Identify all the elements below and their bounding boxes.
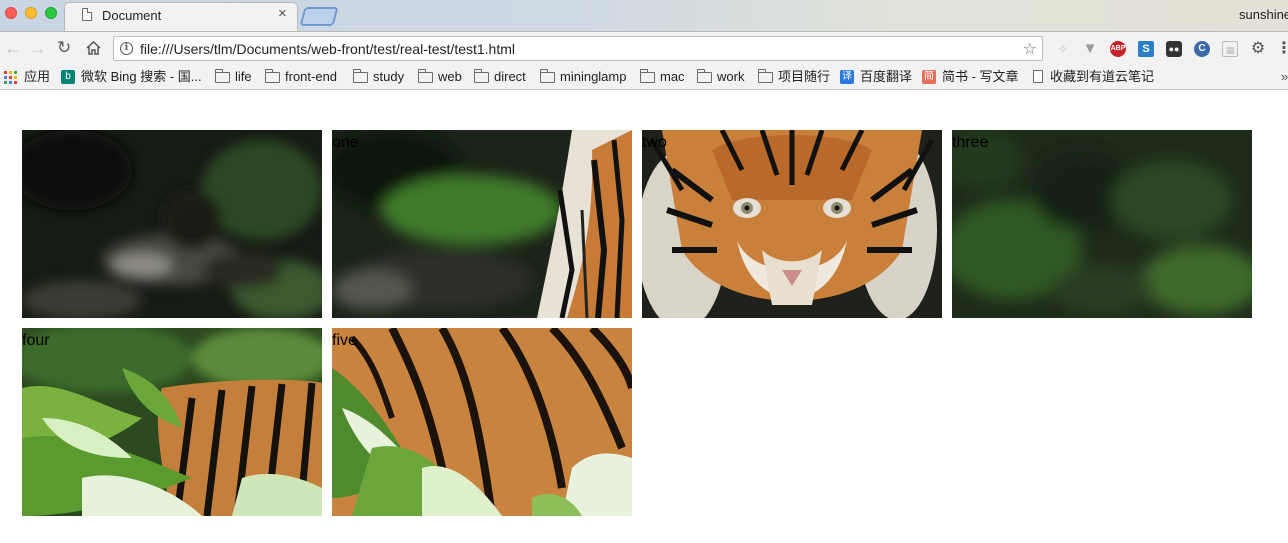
bookmark-label: 简书 - 写文章: [942, 69, 1019, 84]
bookmark-youdao[interactable]: 收藏到有道云笔记: [1033, 68, 1155, 86]
zoom-window-button[interactable]: [45, 7, 57, 19]
bookmark-label: web: [438, 69, 462, 84]
bookmark-label: mac: [660, 69, 685, 84]
home-icon[interactable]: [86, 41, 101, 55]
folder-icon: [697, 69, 712, 83]
s-extension-icon[interactable]: S: [1138, 41, 1154, 57]
folder-icon: [353, 69, 368, 83]
bing-icon: b: [61, 70, 75, 84]
image-tile: [22, 130, 322, 318]
reload-button[interactable]: ↻: [57, 38, 71, 58]
adblock-plus-icon[interactable]: ABP: [1110, 41, 1126, 57]
folder-icon: [758, 69, 773, 83]
browser-toolbar: ← → ↻ i file:///Users/tlm/Documents/web-…: [0, 31, 1288, 65]
bookmarks-bar: 应用 b 微软 Bing 搜索 - 国... life front-end st…: [0, 65, 1288, 90]
bookmark-label: work: [717, 69, 745, 84]
document-icon: [82, 8, 92, 21]
reader-icon[interactable]: ✧: [1055, 41, 1071, 57]
bookmark-label: study: [373, 69, 405, 84]
folder-icon: [640, 69, 655, 83]
image-tile: two: [642, 130, 942, 318]
tile-label: five: [332, 332, 357, 349]
tab-document[interactable]: [64, 2, 298, 31]
bookmark-folder-front-end[interactable]: front-end: [265, 68, 345, 86]
bookmark-label: 应用: [24, 69, 51, 84]
menu-icon[interactable]: ⋮: [1276, 41, 1288, 57]
folder-icon: [265, 69, 280, 83]
bookmark-baidu-translate[interactable]: 译 百度翻译: [840, 68, 916, 86]
apps-grid-icon: [4, 71, 18, 85]
jianshu-icon: 简: [922, 70, 936, 84]
image-tile: five: [332, 328, 632, 516]
bookmark-folder-life[interactable]: life: [215, 68, 255, 86]
bookmark-bing[interactable]: b 微软 Bing 搜索 - 国...: [61, 68, 209, 86]
bookmarks-overflow-button[interactable]: »: [1281, 69, 1288, 84]
gear-icon[interactable]: ⚙: [1250, 41, 1266, 57]
back-button[interactable]: ←: [4, 38, 22, 58]
profile-name[interactable]: sunshine: [1239, 7, 1288, 22]
bookmark-star-icon[interactable]: ☆: [1023, 39, 1037, 59]
tiger-body-image: [22, 328, 322, 516]
tile-label: three: [952, 134, 989, 151]
bookmark-folder-study[interactable]: study: [353, 68, 409, 86]
bookmark-folder-project[interactable]: 项目随行: [758, 68, 832, 86]
vpn-icon[interactable]: ▼: [1082, 41, 1098, 57]
bookmark-label: 微软 Bing 搜索 - 国...: [81, 69, 202, 84]
bookmark-folder-mininglamp[interactable]: mininglamp: [540, 68, 632, 86]
folder-icon: [215, 69, 230, 83]
tiger-head-edge-image: [332, 130, 632, 318]
new-tab-button[interactable]: [299, 7, 339, 26]
bookmark-folder-mac[interactable]: mac: [640, 68, 688, 86]
image-tile: one: [332, 130, 632, 318]
bookmark-label: direct: [494, 69, 526, 84]
info-icon[interactable]: i: [120, 42, 133, 55]
bookmark-folder-work[interactable]: work: [697, 68, 749, 86]
tab-close-button[interactable]: ×: [278, 6, 287, 22]
bookmark-folder-direct[interactable]: direct: [474, 68, 532, 86]
title-bar: Document × sunshine: [0, 0, 1288, 31]
bookmark-label: front-end: [285, 69, 338, 84]
image-tile: four: [22, 328, 322, 516]
bookmark-label: 百度翻译: [860, 69, 913, 84]
url-text[interactable]: file:///Users/tlm/Documents/web-front/te…: [140, 41, 515, 57]
tampermonkey-icon[interactable]: ●●: [1166, 41, 1182, 57]
bookmark-folder-web[interactable]: web: [418, 68, 466, 86]
grid-extension-icon[interactable]: ▦: [1222, 41, 1238, 57]
bookmark-apps[interactable]: 应用: [4, 68, 52, 86]
minimize-window-button[interactable]: [25, 7, 37, 19]
address-bar[interactable]: i file:///Users/tlm/Documents/web-front/…: [113, 36, 1043, 61]
folder-icon: [540, 69, 555, 83]
translate-icon: 译: [840, 70, 854, 84]
tab-title: Document: [102, 8, 162, 23]
bookmark-label: 项目随行: [778, 69, 831, 84]
jungle-image: [22, 130, 322, 318]
tile-label: one: [332, 134, 359, 151]
tile-label: four: [22, 332, 50, 349]
folder-icon: [474, 69, 489, 83]
bookmark-jianshu[interactable]: 简 简书 - 写文章: [922, 68, 1022, 86]
bookmark-label: life: [235, 69, 252, 84]
c-extension-icon[interactable]: C: [1194, 41, 1210, 57]
bookmark-label: 收藏到有道云笔记: [1050, 69, 1155, 84]
forward-button[interactable]: →: [29, 38, 47, 58]
folder-icon: [418, 69, 433, 83]
page-icon: [1033, 70, 1043, 83]
close-window-button[interactable]: [5, 7, 17, 19]
blurred-foliage-image: [952, 130, 1252, 318]
tiger-face-image: [642, 130, 942, 318]
image-tile: three: [952, 130, 1252, 318]
bookmark-label: mininglamp: [560, 69, 627, 84]
tile-label: two: [642, 134, 667, 151]
tiger-body-image: [332, 328, 632, 516]
